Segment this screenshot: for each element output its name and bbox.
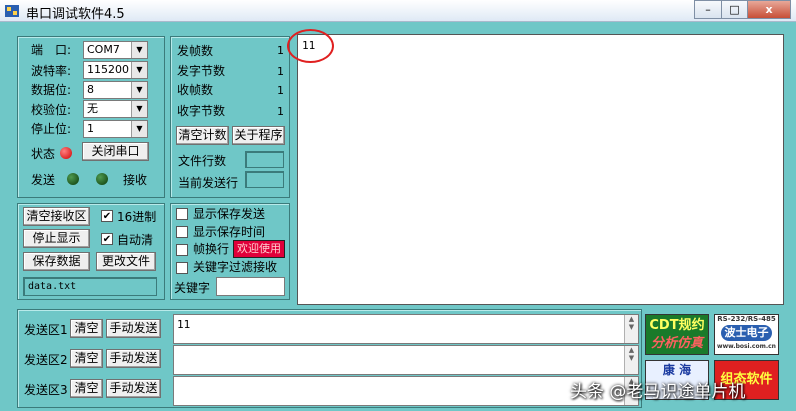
close-button[interactable]: x — [747, 0, 791, 19]
bosi-logo[interactable]: RS-232/RS-485 波士电子 www.bosi.com.cn — [714, 314, 779, 355]
show-save-send-label: 显示保存发送 — [193, 207, 266, 221]
change-file-button[interactable]: 更改文件 — [96, 252, 156, 271]
save-data-button[interactable]: 保存数据 — [23, 252, 90, 271]
frame-newline-checkbox[interactable] — [176, 244, 188, 256]
stopbits-select[interactable]: 1 ▼ — [83, 120, 148, 138]
send-frames-value: 1 — [277, 44, 284, 57]
send-area-2-clear-button[interactable]: 清空 — [70, 349, 103, 368]
chevron-down-icon[interactable]: ▼ — [131, 82, 147, 98]
filename-field: data.txt — [23, 277, 157, 296]
bosi-logo-line3: www.bosi.com.cn — [717, 343, 776, 350]
recv-bytes-value: 1 — [277, 105, 284, 118]
show-save-time-checkbox[interactable] — [176, 226, 188, 238]
frame-newline-label: 帧换行 — [193, 242, 230, 256]
recv-frames-label: 收帧数 — [177, 83, 214, 97]
port-select[interactable]: COM7 ▼ — [83, 41, 148, 59]
watermark: 头条 @老马识途单片机 — [570, 382, 746, 402]
hex-checkbox[interactable]: ✔ — [101, 210, 113, 222]
databits-select[interactable]: 8 ▼ — [83, 81, 148, 99]
keyword-filter-checkbox[interactable] — [176, 262, 188, 274]
show-save-send-checkbox[interactable] — [176, 208, 188, 220]
close-port-button[interactable]: 关闭串口 — [82, 142, 149, 161]
cdt-logo-line1: CDT规约 — [649, 318, 705, 333]
send-area-3-label: 发送区3 — [24, 383, 68, 397]
chevron-down-icon[interactable]: ▼ — [131, 101, 147, 117]
bosi-logo-line2: 波士电子 — [721, 325, 772, 341]
send-indicator-label: 发送 — [31, 173, 56, 187]
baud-select[interactable]: 115200 ▼ — [83, 61, 148, 79]
receive-text-area[interactable]: 11 — [297, 34, 784, 305]
send-bytes-value: 1 — [277, 65, 284, 78]
send-area-1-input[interactable]: 11 ▲ ▼ — [173, 314, 639, 344]
databits-label: 数据位: — [31, 83, 72, 97]
maximize-button[interactable]: □ — [721, 0, 748, 19]
keyword-filter-label: 关键字过滤接收 — [193, 260, 278, 274]
send-bytes-label: 发字节数 — [177, 64, 226, 78]
recv-frames-value: 1 — [277, 84, 284, 97]
send-area-3-manual-send-button[interactable]: 手动发送 — [106, 379, 161, 398]
stop-display-button[interactable]: 停止显示 — [23, 229, 90, 248]
chevron-down-icon[interactable]: ▼ — [131, 62, 147, 78]
auto-clear-label: 自动清 — [117, 233, 154, 247]
parity-label: 校验位: — [31, 103, 72, 117]
status-label: 状态 — [31, 147, 56, 161]
recv-led-icon — [96, 173, 108, 185]
baud-label: 波特率: — [31, 64, 72, 78]
window-title: 串口调试软件4.5 — [26, 7, 125, 22]
send-frames-label: 发帧数 — [177, 44, 214, 58]
send-area-1-clear-button[interactable]: 清空 — [70, 319, 103, 338]
port-label: 端 口: — [31, 43, 72, 57]
cdt-logo-line2: 分析仿真 — [650, 336, 703, 351]
auto-clear-checkbox[interactable]: ✔ — [101, 233, 113, 245]
keyword-input[interactable] — [216, 277, 285, 296]
stopbits-label: 停止位: — [31, 122, 72, 136]
parity-select[interactable]: 无 ▼ — [83, 100, 148, 118]
file-lines-label: 文件行数 — [178, 154, 227, 168]
hex-label: 16进制 — [117, 210, 157, 224]
minimize-button[interactable]: – — [694, 0, 722, 19]
current-line-label: 当前发送行 — [178, 176, 239, 190]
bosi-logo-line1: RS-232/RS-485 — [717, 315, 776, 323]
clear-recv-button[interactable]: 清空接收区 — [23, 207, 90, 226]
recv-bytes-label: 收字节数 — [177, 104, 226, 118]
app-icon — [4, 3, 20, 19]
file-lines-field — [245, 151, 284, 168]
annotation-circle — [287, 29, 334, 63]
chevron-down-icon[interactable]: ▼ — [131, 42, 147, 58]
send-area-3-clear-button[interactable]: 清空 — [70, 379, 103, 398]
scrollbar[interactable]: ▲ ▼ — [624, 346, 638, 374]
welcome-badge: 欢迎使用 — [233, 240, 285, 258]
send-area-1-text: 11 — [177, 318, 191, 331]
send-area-1-label: 发送区1 — [24, 323, 68, 337]
send-led-icon — [67, 173, 79, 185]
scrollbar[interactable]: ▲ ▼ — [624, 315, 638, 343]
port-status-led-icon — [60, 147, 72, 159]
show-save-time-label: 显示保存时间 — [193, 225, 266, 239]
keyword-label: 关键字 — [174, 281, 211, 295]
recv-indicator-label: 接收 — [123, 173, 148, 187]
current-line-field — [245, 171, 284, 188]
send-area-2-input[interactable]: ▲ ▼ — [173, 345, 639, 375]
send-area-2-label: 发送区2 — [24, 353, 68, 367]
cdt-logo[interactable]: CDT规约 分析仿真 — [645, 314, 709, 355]
about-button[interactable]: 关于程序 — [232, 126, 285, 145]
send-area-2-manual-send-button[interactable]: 手动发送 — [106, 349, 161, 368]
send-area-1-manual-send-button[interactable]: 手动发送 — [106, 319, 161, 338]
chevron-down-icon[interactable]: ▼ — [131, 121, 147, 137]
clear-count-button[interactable]: 清空计数 — [176, 126, 229, 145]
